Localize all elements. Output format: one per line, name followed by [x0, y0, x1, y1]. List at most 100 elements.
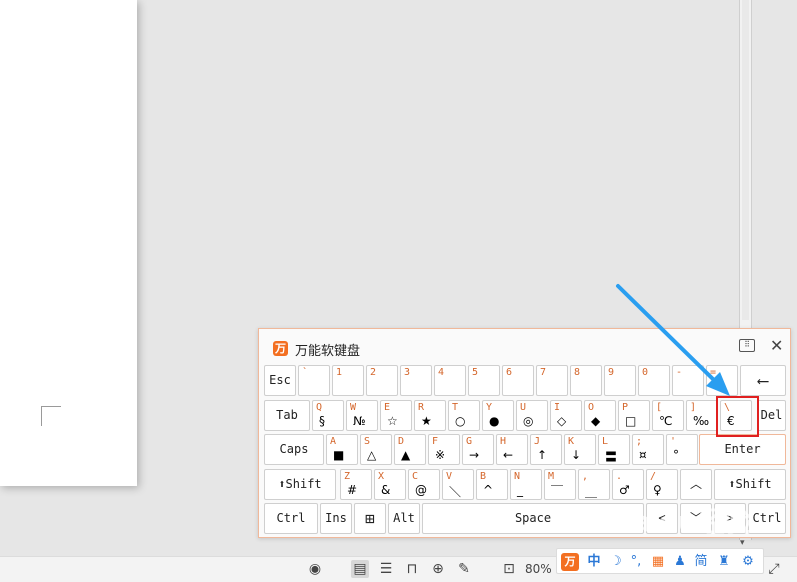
key-main-char: ]	[690, 402, 697, 413]
key-char[interactable]: D ▲	[394, 434, 426, 465]
key-main-char: S	[364, 436, 371, 447]
simplified-icon[interactable]: 简	[692, 552, 710, 572]
key-symbol: §	[319, 414, 325, 428]
fit-icon[interactable]: ⊡	[500, 560, 518, 578]
key-windows[interactable]: ⊞	[354, 503, 386, 534]
key-char[interactable]: N _	[510, 469, 542, 500]
fullscreen-icon[interactable]: ⤢	[765, 560, 783, 578]
key-main-char: 7	[540, 367, 547, 378]
key-up[interactable]: ︿	[680, 469, 712, 500]
key-char[interactable]: [℃	[652, 400, 684, 431]
key-char[interactable]: H ←	[496, 434, 528, 465]
close-icon[interactable]: ✕	[770, 336, 783, 355]
key-alt[interactable]: Alt	[388, 503, 420, 534]
key-char[interactable]: G →	[462, 434, 494, 465]
key-char[interactable]: F ※	[428, 434, 460, 465]
key-char[interactable]: W №	[346, 400, 378, 431]
key-main-char: A	[330, 436, 337, 447]
key-char[interactable]: 8	[570, 365, 602, 396]
person-icon[interactable]: ♟	[671, 552, 689, 572]
scrollbar-thumb[interactable]	[742, 0, 749, 320]
key-main-char: `	[302, 367, 309, 378]
key-char[interactable]: / ♀	[646, 469, 678, 500]
ime-logo-icon[interactable]: 万	[561, 553, 579, 571]
key-char[interactable]: 6	[502, 365, 534, 396]
outline-icon[interactable]: ☰	[377, 560, 395, 578]
key-main-char: [	[656, 402, 663, 413]
key-tab[interactable]: Tab	[264, 400, 310, 431]
key-ctrl-left[interactable]: Ctrl	[264, 503, 318, 534]
key-main-char: Z	[344, 471, 351, 482]
key-char[interactable]: ' °	[666, 434, 698, 465]
key-main-char: U	[520, 402, 527, 413]
key-char[interactable]: E ☆	[380, 400, 412, 431]
key-char[interactable]: 3	[400, 365, 432, 396]
pen-icon[interactable]: ✎	[455, 560, 473, 578]
key-char[interactable]: 2	[366, 365, 398, 396]
key-enter[interactable]: Enter	[699, 434, 786, 465]
key-char[interactable]: I ◇	[550, 400, 582, 431]
key-char[interactable]: Q §	[312, 400, 344, 431]
key-char[interactable]: S △	[360, 434, 392, 465]
shirt-icon[interactable]: ♜	[715, 552, 733, 572]
key-char[interactable]: `	[298, 365, 330, 396]
key-char[interactable]: J ↑	[530, 434, 562, 465]
key-char[interactable]: A ■	[326, 434, 358, 465]
key-space[interactable]: Space	[422, 503, 644, 534]
settings-icon[interactable]: ⚙	[738, 552, 758, 572]
key-char[interactable]: L 〓	[598, 434, 630, 465]
key-char[interactable]: U ◎	[516, 400, 548, 431]
key-main-char: Q	[316, 402, 323, 413]
key-char[interactable]: R ★	[414, 400, 446, 431]
key-main-char: X	[378, 471, 385, 482]
key-symbol: _	[517, 483, 523, 497]
key-char[interactable]: . ♂	[612, 469, 644, 500]
key-char[interactable]: P □	[618, 400, 650, 431]
key-char[interactable]: X &	[374, 469, 406, 500]
page-view-icon[interactable]: ▤	[351, 560, 369, 578]
key-char[interactable]: Y ●	[482, 400, 514, 431]
keyboard-grid-icon[interactable]: ⠿	[739, 339, 755, 352]
key-ins[interactable]: Ins	[320, 503, 352, 534]
key-char[interactable]: T ○	[448, 400, 480, 431]
key-shift-left[interactable]: ⬆Shift	[264, 469, 336, 500]
key-char[interactable]: B ^	[476, 469, 508, 500]
key-char[interactable]: V ＼	[442, 469, 474, 500]
key-char[interactable]: K ↓	[564, 434, 596, 465]
key-del[interactable]: Del	[757, 400, 786, 431]
highlight-box	[716, 396, 759, 437]
key-backspace[interactable]: ⟵	[740, 365, 786, 396]
keyboard-icon[interactable]: ▦	[648, 552, 668, 572]
key-char[interactable]: Z #	[340, 469, 372, 500]
key-char[interactable]: 5	[468, 365, 500, 396]
key-char[interactable]: , ＿	[578, 469, 610, 500]
key-main-char: Y	[486, 402, 493, 413]
zoom-level[interactable]: 80%	[525, 562, 552, 576]
eye-icon[interactable]: ◉	[306, 560, 324, 578]
key-main-char: F	[432, 436, 439, 447]
key-main-char: .	[616, 471, 623, 482]
read-icon[interactable]: ⊓	[403, 560, 421, 578]
key-esc[interactable]: Esc	[264, 365, 296, 396]
key-char[interactable]: ] ‰	[686, 400, 718, 431]
key-main-char: B	[480, 471, 487, 482]
ime-lang-toggle[interactable]: 中	[585, 552, 603, 572]
key-char[interactable]: 7	[536, 365, 568, 396]
punct-icon[interactable]: °,	[627, 552, 645, 572]
moon-icon[interactable]: ☽	[607, 552, 625, 572]
web-icon[interactable]: ⊕	[429, 560, 447, 578]
key-char[interactable]: 4	[434, 365, 466, 396]
key-symbol: ▲	[401, 448, 411, 462]
key-ctrl-right[interactable]: Ctrl	[748, 503, 786, 534]
key-symbol: №	[353, 414, 366, 428]
key-char[interactable]: 1	[332, 365, 364, 396]
key-caps[interactable]: Caps	[264, 434, 324, 465]
key-main-char: R	[418, 402, 425, 413]
key-char[interactable]: O ◆	[584, 400, 616, 431]
key-char[interactable]: ; ¤	[632, 434, 664, 465]
key-symbol: ♂	[619, 483, 630, 497]
key-char[interactable]: M ￣	[544, 469, 576, 500]
key-symbol: #	[347, 483, 358, 497]
key-char[interactable]: C @	[408, 469, 440, 500]
key-shift-right[interactable]: ⬆Shift	[714, 469, 786, 500]
